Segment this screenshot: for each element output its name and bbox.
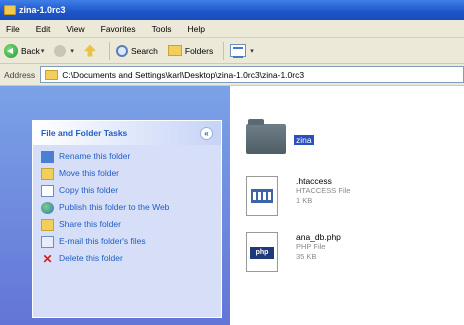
search-icon bbox=[115, 44, 128, 57]
task-move-folder[interactable]: Move this folder bbox=[41, 168, 221, 180]
task-panel-header[interactable]: File and Folder Tasks « bbox=[33, 121, 221, 145]
menu-view[interactable]: View bbox=[66, 24, 84, 34]
toolbar-divider bbox=[108, 41, 110, 60]
htaccess-file-icon bbox=[246, 176, 278, 216]
task-label: Rename this folder bbox=[59, 151, 131, 161]
delete-icon: ✕ bbox=[42, 252, 53, 266]
menu-help[interactable]: Help bbox=[187, 24, 204, 34]
views-icon bbox=[230, 44, 247, 58]
folders-icon bbox=[167, 45, 182, 56]
toolbar-divider bbox=[223, 41, 225, 60]
back-label: Back bbox=[21, 45, 40, 56]
address-label: Address bbox=[4, 69, 36, 80]
address-input[interactable]: C:\Documents and Settings\karl\Desktop\z… bbox=[40, 66, 464, 83]
task-label: Delete this folder bbox=[59, 253, 123, 263]
task-pane: File and Folder Tasks « Rename this fold… bbox=[0, 86, 230, 325]
file-item-htaccess[interactable]: .htaccess HTACCESS File 1 KB bbox=[246, 176, 350, 216]
task-email-files[interactable]: E-mail this folder's files bbox=[41, 236, 221, 248]
window-title: zina-1.0rc3 bbox=[19, 5, 66, 15]
forward-button[interactable]: ▾ bbox=[54, 44, 74, 57]
file-name: zina bbox=[294, 135, 314, 145]
file-size: 1 KB bbox=[296, 196, 313, 205]
file-meta: ana_db.php PHP File 35 KB bbox=[296, 232, 341, 262]
folder-icon bbox=[4, 5, 16, 15]
back-arrow-icon bbox=[4, 43, 18, 58]
file-name: ana_db.php bbox=[296, 232, 341, 242]
file-type: PHP File bbox=[296, 242, 326, 251]
folder-icon bbox=[246, 119, 286, 154]
address-path: C:\Documents and Settings\karl\Desktop\z… bbox=[62, 69, 305, 80]
task-publish-folder[interactable]: Publish this folder to the Web bbox=[41, 202, 221, 214]
address-bar: Address C:\Documents and Settings\karl\D… bbox=[0, 64, 464, 86]
back-button[interactable]: Back ▾ bbox=[4, 43, 45, 58]
move-icon bbox=[41, 168, 54, 180]
chevron-down-icon[interactable]: ▾ bbox=[70, 47, 74, 55]
task-label: Share this folder bbox=[59, 219, 121, 229]
chevron-down-icon[interactable]: ▾ bbox=[41, 47, 45, 55]
task-share-folder[interactable]: Share this folder bbox=[41, 219, 221, 231]
menu-file[interactable]: File bbox=[6, 24, 20, 34]
search-label: Search bbox=[130, 45, 158, 56]
email-icon bbox=[41, 236, 54, 248]
task-label: Publish this folder to the Web bbox=[59, 202, 170, 212]
chevron-down-icon[interactable]: ▾ bbox=[250, 47, 254, 55]
file-folder-tasks-panel: File and Folder Tasks « Rename this fold… bbox=[32, 120, 222, 318]
task-label: Copy this folder bbox=[59, 185, 119, 195]
task-label: E-mail this folder's files bbox=[59, 236, 146, 246]
forward-arrow-icon bbox=[54, 44, 67, 57]
task-copy-folder[interactable]: Copy this folder bbox=[41, 185, 221, 197]
up-folder-icon bbox=[83, 44, 96, 57]
folders-label: Folders bbox=[184, 45, 214, 56]
file-name: .htaccess bbox=[296, 176, 332, 186]
file-meta: .htaccess HTACCESS File 1 KB bbox=[296, 176, 350, 206]
file-type: HTACCESS File bbox=[296, 186, 351, 195]
up-button[interactable] bbox=[83, 44, 99, 57]
menu-edit[interactable]: Edit bbox=[36, 24, 51, 34]
task-panel-title: File and Folder Tasks bbox=[41, 128, 128, 138]
views-button[interactable]: ▾ bbox=[230, 44, 254, 58]
folders-button[interactable]: Folders bbox=[167, 45, 214, 56]
file-item-ana-db-php[interactable]: php ana_db.php PHP File 35 KB bbox=[246, 232, 341, 272]
task-label: Move this folder bbox=[59, 168, 119, 178]
php-file-icon: php bbox=[246, 232, 278, 272]
rename-icon bbox=[41, 151, 54, 163]
toolbar: Back ▾ ▾ Search Folders ▾ bbox=[0, 38, 464, 64]
file-item-zina-folder[interactable]: zina bbox=[246, 119, 314, 154]
explorer-content: File and Folder Tasks « Rename this fold… bbox=[0, 86, 464, 325]
folder-icon bbox=[45, 69, 59, 80]
search-button[interactable]: Search bbox=[115, 44, 158, 57]
menu-tools[interactable]: Tools bbox=[152, 24, 172, 34]
share-icon bbox=[41, 219, 54, 231]
copy-icon bbox=[41, 185, 54, 197]
publish-icon bbox=[41, 202, 54, 214]
task-delete-folder[interactable]: ✕ Delete this folder bbox=[41, 253, 221, 265]
task-rename-folder[interactable]: Rename this folder bbox=[41, 151, 221, 163]
collapse-chevron-icon[interactable]: « bbox=[200, 126, 213, 140]
menu-favorites[interactable]: Favorites bbox=[101, 24, 136, 34]
menu-bar: File Edit View Favorites Tools Help bbox=[0, 20, 464, 38]
task-list: Rename this folder Move this folder Copy… bbox=[33, 145, 221, 265]
file-size: 35 KB bbox=[296, 252, 317, 261]
title-bar: zina-1.0rc3 bbox=[0, 0, 464, 20]
